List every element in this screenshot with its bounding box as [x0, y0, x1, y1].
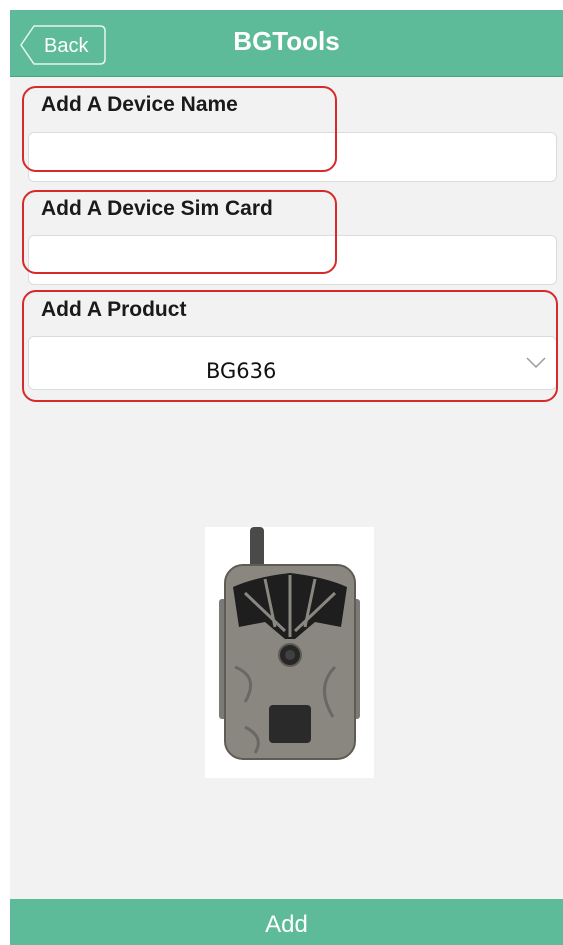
app-screen: Back BGTools Add A Device Name Add A Dev…	[10, 10, 563, 945]
chevron-down-icon	[526, 357, 546, 369]
sim-card-label: Add A Device Sim Card	[41, 197, 273, 220]
trail-camera-image	[219, 527, 360, 760]
page-title: BGTools	[233, 26, 340, 56]
device-name-label: Add A Device Name	[41, 93, 238, 116]
product-selected-value: BG636	[206, 359, 456, 383]
product-label: Add A Product	[41, 298, 187, 321]
device-name-field[interactable]	[28, 132, 557, 182]
add-button[interactable]: Add	[10, 899, 563, 945]
add-button-label: Add	[265, 911, 308, 938]
product-select[interactable]: BG636	[28, 336, 557, 390]
sim-card-field[interactable]	[28, 235, 557, 285]
header-bar: Back BGTools	[10, 10, 563, 77]
product-image	[205, 527, 374, 778]
